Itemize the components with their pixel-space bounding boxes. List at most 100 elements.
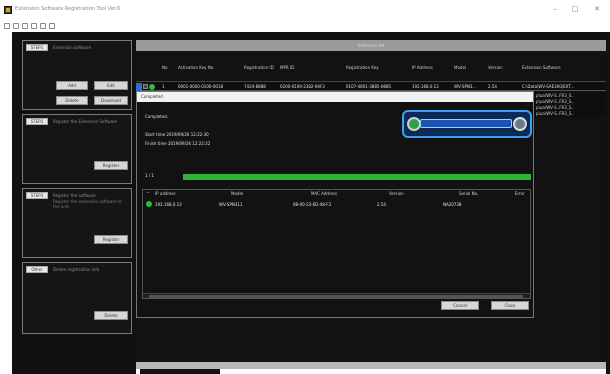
completed-message: Completed. [145, 114, 169, 119]
group-step1-tag: STEP1 [26, 44, 48, 51]
back-icon[interactable] [4, 23, 10, 29]
close-window-button[interactable]: ✕ [590, 4, 604, 14]
close-button[interactable]: Close [491, 301, 529, 310]
ext-path-3: p\ua\WV-S..FR3_S.. [536, 105, 574, 110]
success-icon [146, 201, 152, 207]
status-block [140, 369, 220, 374]
result-col-error[interactable]: Error [515, 191, 525, 196]
group-step2-tag: STEP2 [26, 118, 48, 125]
result-col-version[interactable]: Version [389, 191, 404, 196]
success-status-icon [149, 84, 155, 90]
edit-button[interactable]: Edit [94, 81, 128, 90]
group-other-tag: Other [26, 266, 48, 273]
group-step3-description: Register the extension software to the u… [53, 199, 122, 209]
cell-no: 1 [162, 84, 165, 89]
main-panel: Extension list No. Activation Key No. Re… [136, 40, 606, 370]
completion-progress-graphic [402, 110, 532, 138]
table-row[interactable]: 1 0001-0000-0100-0018 7424-8888 0200-010… [136, 83, 606, 91]
dialog-title: Completed [137, 92, 533, 102]
ext-path-1: p\ua\WV-S..FR3_S.. [536, 93, 574, 98]
row-checkbox[interactable] [143, 84, 148, 89]
col-registration-id[interactable]: Registration ID [244, 52, 274, 82]
group-step3: STEP3 Register the software Register the… [22, 188, 132, 258]
finish-time-value: 2019/09/26 12:22:32 [167, 141, 211, 146]
start-time-row: Start time 2019/09/26 12:22:30 [145, 132, 209, 137]
col-registration-key[interactable]: Registration Key [346, 52, 406, 82]
group-other: Other Delete registration info Delete [22, 262, 132, 334]
cell-ip-address: 192.168.0.13 [412, 84, 439, 89]
client-area: STEP1 Extension software Add Edit Delete… [12, 32, 610, 374]
ext-path-4: p\ua\WV-S..FR3_S.. [536, 111, 574, 116]
register-button-step2[interactable]: Register [94, 161, 128, 170]
toolbar [0, 20, 610, 32]
collapse-chevron-icon[interactable]: ^ [146, 191, 149, 196]
finish-time-label: Finish time [145, 141, 167, 146]
col-version[interactable]: Version [488, 52, 516, 82]
cell-mpr-id: 0200-0109-2382-94F3 [280, 84, 325, 89]
cell-model: WV-SPN3... [454, 84, 477, 89]
title-bar: Extension Software Registration Tool Ver… [0, 0, 610, 20]
finish-time-row: Finish time 2019/09/26 12:22:32 [145, 141, 210, 146]
row-selector-marker [136, 83, 142, 91]
col-mpr-id[interactable]: MPR ID [280, 52, 340, 82]
transfer-bar-icon [420, 119, 512, 128]
progress-bar-fill [183, 174, 531, 180]
download-button[interactable]: Download [94, 96, 128, 105]
start-time-value: 2019/09/26 12:22:30 [166, 132, 209, 137]
col-extension-software[interactable]: Extension Software [522, 52, 602, 82]
group-other-caption: Delete registration info [53, 267, 100, 272]
minimize-button[interactable]: – [548, 4, 562, 14]
cell-registration-id: 7424-8888 [244, 84, 266, 89]
delete-button[interactable]: Delete [56, 96, 88, 105]
cell-extension-software: C:\Data\WV-SAE300/EXT... [522, 84, 575, 89]
camera-icon [407, 117, 421, 131]
result-mac: 08-00-23-6D-48-F3 [293, 202, 332, 207]
delete-registration-button[interactable]: Delete [94, 311, 128, 320]
cell-version: 2.54 [488, 84, 497, 89]
app-icon [4, 6, 12, 14]
result-model: WV-SPN311 [219, 202, 243, 207]
export-icon[interactable] [31, 23, 37, 29]
col-activation-key[interactable]: Activation Key No. [178, 52, 238, 82]
result-ip: 192.168.0.13 [155, 202, 182, 207]
forward-icon[interactable] [13, 23, 19, 29]
col-ip-address[interactable]: IP Address [412, 52, 448, 82]
group-step3-caption: Register the software [53, 193, 96, 198]
scrollbar-thumb[interactable] [149, 295, 523, 298]
ext-path-2: p\ua\WV-S..FR3_S.. [536, 99, 574, 104]
result-col-mac[interactable]: MAC Address [311, 191, 337, 196]
group-step1-caption: Extension software [53, 45, 92, 50]
window-title: Extension Software Registration Tool Ver… [15, 6, 121, 12]
status-bar [136, 369, 606, 374]
progress-counter: 1 / 1 [145, 173, 154, 178]
settings-icon[interactable] [49, 23, 55, 29]
completed-dialog: Completed Completed. Start time 2019/09/… [136, 91, 534, 318]
extension-list-header: Extension list [136, 40, 606, 51]
cell-activation-key: 0001-0000-0100-0018 [178, 84, 224, 89]
refresh-icon[interactable] [22, 23, 28, 29]
result-col-ip[interactable]: IP address [155, 191, 176, 196]
result-list: ^ IP address Model MAC Address Version S… [142, 189, 531, 299]
group-step3-tag: STEP3 [26, 192, 48, 199]
group-step1: STEP1 Extension software Add Edit Delete… [22, 40, 132, 110]
cell-registration-key: 0107-4801-3885-0885 [346, 84, 392, 89]
result-col-serial[interactable]: Serial No. [459, 191, 478, 196]
register-button-step3[interactable]: Register [94, 235, 128, 244]
info-icon[interactable] [40, 23, 46, 29]
group-step2-caption: Register the Extension Software [53, 119, 118, 124]
group-step2: STEP2 Register the Extension Software Re… [22, 114, 132, 184]
col-model[interactable]: Model [454, 52, 482, 82]
col-no[interactable]: No. [162, 52, 174, 82]
maximize-button[interactable]: □ [568, 4, 582, 14]
result-version: 2.54 [377, 202, 386, 207]
progress-bar [183, 174, 531, 180]
extension-path-column: p\ua\WV-S..FR3_S.. p\ua\WV-S..FR3_S.. p\… [534, 92, 606, 118]
cancel-button[interactable]: Cancel [441, 301, 479, 310]
result-serial: NA20738 [443, 202, 462, 207]
pc-icon [513, 117, 527, 131]
start-time-label: Start time [145, 132, 166, 137]
result-col-model[interactable]: Model [231, 191, 243, 196]
grid-header: No. Activation Key No. Registration ID M… [136, 52, 606, 82]
add-button[interactable]: Add [56, 81, 88, 90]
horizontal-scrollbar[interactable] [143, 293, 530, 298]
